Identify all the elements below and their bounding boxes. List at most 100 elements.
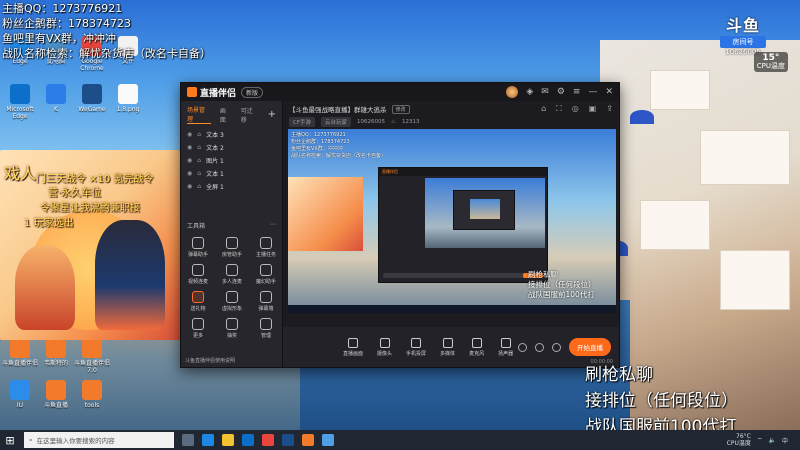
start-live-button[interactable]: 开始直播 xyxy=(569,338,611,356)
message-icon[interactable]: ✉ xyxy=(541,87,549,97)
preview-big-3: 战队国服前100代打 xyxy=(528,290,595,299)
chrome-taskbar-icon[interactable] xyxy=(262,434,274,446)
source-button[interactable]: 直播画面 xyxy=(343,337,364,357)
lock-icon[interactable]: ⌂ xyxy=(541,104,546,114)
source-item[interactable]: ◉ ⌂ 文本 1 xyxy=(181,167,282,180)
hot-value: 12313 xyxy=(401,119,420,125)
minimize-icon[interactable]: — xyxy=(588,87,597,97)
source-button[interactable]: 扬声器 xyxy=(498,337,513,357)
taskbar-search[interactable]: ⌕ 在这里输入你要搜索的内容 xyxy=(24,432,174,448)
app-icon xyxy=(10,84,30,104)
tab-canvas[interactable]: 画面 xyxy=(220,106,232,124)
desktop-icon[interactable]: K xyxy=(38,84,74,113)
edit-title-button[interactable]: 修改 xyxy=(391,104,410,114)
lock-icon[interactable]: ⌂ xyxy=(197,170,201,177)
sub-category[interactable]: 云台玩家 xyxy=(321,117,352,127)
toolbox-item[interactable]: 抽奖 xyxy=(215,318,249,339)
desktop-icon[interactable]: 斗鱼直播伴侣 xyxy=(2,338,38,367)
source-item[interactable]: ◉ ⌂ 图片 1 xyxy=(181,154,282,167)
cpu-temp-label: CPU温度 xyxy=(726,440,751,447)
source-button-label: 摄像头 xyxy=(377,350,393,357)
ime-indicator[interactable]: 中 xyxy=(782,436,788,445)
toolbox-item[interactable]: 多人连麦 xyxy=(215,264,249,285)
wegame-taskbar-icon[interactable] xyxy=(282,434,294,446)
live-companion-window[interactable]: 直播伴侣 新版 ◈ ✉ ⚙ ≡ — ✕ 场景管理 画面 可迁移 + ◉ ⌂ 文本 3… xyxy=(180,82,620,368)
visibility-icon[interactable]: ◉ xyxy=(187,144,192,151)
preview-text-qq: 主播QQ：1273776921 xyxy=(291,132,346,138)
source-item[interactable]: ◉ ⌂ 文本 2 xyxy=(181,141,282,154)
store-taskbar-icon[interactable] xyxy=(242,434,254,446)
overlay-qq: 主播QQ：1273776921 xyxy=(2,2,123,15)
desktop-icon-label: IU xyxy=(16,402,24,409)
source-item[interactable]: ◉ ⌂ 全屏 1 xyxy=(181,180,282,193)
source-button-icon xyxy=(411,337,422,348)
source-button[interactable]: 多媒体 xyxy=(440,337,455,357)
lock-icon[interactable]: ⌂ xyxy=(197,157,201,164)
toolbox-item[interactable]: 主播任务 xyxy=(249,237,283,258)
toolbox-item[interactable]: 管理 xyxy=(249,318,283,339)
source-label: 文本 1 xyxy=(206,171,224,178)
visibility-icon[interactable]: ◉ xyxy=(187,131,192,138)
version-badge[interactable]: 新版 xyxy=(241,86,264,98)
network-icon[interactable]: ⌔ xyxy=(757,436,763,444)
add-source-icon[interactable]: + xyxy=(268,109,276,120)
user-avatar[interactable] xyxy=(506,86,519,98)
toolbox-item[interactable]: 弹幕墙 xyxy=(249,291,283,312)
desktop-icon[interactable]: IU xyxy=(2,380,38,409)
eye-button[interactable] xyxy=(535,342,544,352)
desktop-icon[interactable]: 韦斯特的 xyxy=(38,338,74,367)
toolbox-item[interactable]: 魔幻助手 xyxy=(249,264,283,285)
visibility-icon[interactable]: ◉ xyxy=(187,157,192,164)
desktop-icon[interactable]: tools xyxy=(74,380,110,409)
record-icon[interactable]: ▣ xyxy=(589,104,597,114)
desktop-icon[interactable]: 1.8.png xyxy=(110,84,146,113)
explorer-taskbar-icon[interactable] xyxy=(222,434,234,446)
desktop-icon[interactable]: Microsoft Edge xyxy=(2,84,38,120)
desktop-icon[interactable]: 斗鱼直播 xyxy=(38,380,74,409)
toolbox-item[interactable]: 弹幕助手 xyxy=(181,237,215,258)
tool-label: 管理 xyxy=(260,333,271,339)
start-icon[interactable]: ⊞ xyxy=(0,434,20,447)
task-view-icon[interactable] xyxy=(182,434,194,446)
source-item[interactable]: ◉ ⌂ 文本 3 xyxy=(181,128,282,141)
desktop-icon[interactable]: WeGame xyxy=(74,84,110,113)
toolbox-item[interactable]: 视频连麦 xyxy=(181,264,215,285)
game-category[interactable]: CF手游 xyxy=(289,117,316,127)
app-titlebar[interactable]: 直播伴侣 新版 ◈ ✉ ⚙ ≡ — ✕ xyxy=(181,83,619,101)
share-icon[interactable]: ⇪ xyxy=(606,104,613,114)
lock-icon[interactable]: ⌂ xyxy=(197,183,201,190)
toolbox-item[interactable]: 送礼物 xyxy=(181,291,215,312)
toolbox-item[interactable]: 更多 xyxy=(181,318,215,339)
lock-icon[interactable]: ⌂ xyxy=(197,144,201,151)
close-icon[interactable]: ✕ xyxy=(605,87,613,97)
help-link[interactable]: 斗鱼直播伴侣使用说明 xyxy=(185,357,235,364)
source-button[interactable]: 手机投屏 xyxy=(406,337,426,357)
more-icon[interactable]: ⋯ xyxy=(270,221,276,230)
config-button[interactable] xyxy=(552,342,561,352)
fullscreen-icon[interactable]: ⛶ xyxy=(556,104,562,114)
source-button[interactable]: 摄像头 xyxy=(377,337,393,357)
visibility-icon[interactable]: ◉ xyxy=(187,170,192,177)
banner-text-4: 令聚星让我沸腾兼职接 xyxy=(40,203,140,214)
app-taskbar-icon[interactable] xyxy=(322,434,334,446)
douyu-taskbar-icon[interactable] xyxy=(302,434,314,446)
menu-icon[interactable]: ≡ xyxy=(573,87,581,97)
visibility-icon[interactable]: ◉ xyxy=(187,183,192,190)
tab-migrate[interactable]: 可迁移 xyxy=(241,106,259,124)
toolbox-item[interactable]: 房管助手 xyxy=(215,237,249,258)
source-button[interactable]: 麦克风 xyxy=(469,337,484,357)
record-button[interactable] xyxy=(518,342,527,352)
edge-taskbar-icon[interactable] xyxy=(202,434,214,446)
live-preview[interactable]: 主播QQ：1273776921 粉丝企鹅群：178374723 鱼吧里有VX群，… xyxy=(288,129,616,313)
source-button-label: 直播画面 xyxy=(343,350,364,357)
tab-scenes[interactable]: 场景管理 xyxy=(187,105,211,124)
desktop-icon-label: Microsoft Edge xyxy=(6,106,34,120)
skin-icon[interactable]: ◈ xyxy=(526,87,533,97)
tool-label: 抽奖 xyxy=(226,333,237,339)
lock-icon[interactable]: ⌂ xyxy=(197,131,201,138)
notice-icon[interactable]: ◎ xyxy=(572,104,579,114)
settings-icon[interactable]: ⚙ xyxy=(557,87,565,97)
desktop-icon[interactable]: 斗鱼直播伴侣7.0 xyxy=(74,338,110,374)
toolbox-item[interactable]: 虚拟形象 xyxy=(215,291,249,312)
volume-icon[interactable]: 🔈 xyxy=(769,437,776,444)
